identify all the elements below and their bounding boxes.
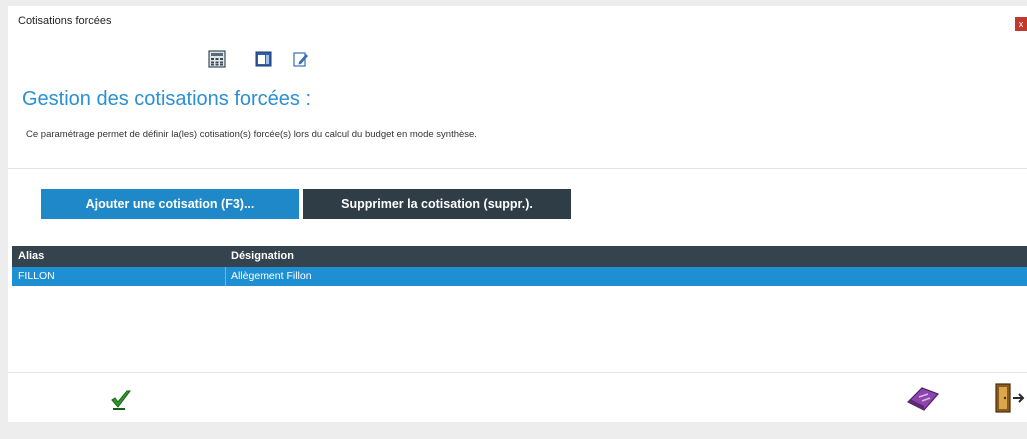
divider bbox=[8, 168, 1027, 169]
footer-divider bbox=[8, 372, 1027, 373]
titlebar: Cotisations forcées x bbox=[8, 6, 1027, 34]
cell-designation: Allègement Fillon bbox=[231, 270, 312, 282]
table-row[interactable]: FILLON Allègement Fillon bbox=[12, 267, 1027, 286]
eraser-icon[interactable] bbox=[906, 384, 940, 412]
edit-icon[interactable] bbox=[292, 50, 310, 68]
table-header: Alias Désignation bbox=[12, 246, 1027, 267]
calculator-icon[interactable] bbox=[208, 50, 226, 68]
validate-checkmark-icon[interactable] bbox=[110, 389, 132, 411]
exit-door-icon[interactable] bbox=[993, 382, 1027, 414]
description-text: Ce paramétrage permet de définir la(les)… bbox=[26, 129, 477, 140]
page-title: Gestion des cotisations forcées : bbox=[22, 88, 312, 110]
window-title: Cotisations forcées bbox=[18, 15, 112, 27]
column-header-alias[interactable]: Alias bbox=[18, 250, 44, 262]
cotisations-table: Alias Désignation FILLON Allègement Fill… bbox=[12, 246, 1027, 286]
preview-icon[interactable] bbox=[255, 50, 273, 68]
column-divider bbox=[225, 267, 226, 286]
column-header-designation[interactable]: Désignation bbox=[231, 250, 294, 262]
delete-cotisation-button[interactable]: Supprimer la cotisation (suppr.). bbox=[303, 189, 571, 219]
add-cotisation-button[interactable]: Ajouter une cotisation (F3)... bbox=[41, 189, 299, 219]
cell-alias: FILLON bbox=[18, 270, 55, 282]
close-button[interactable]: x bbox=[1015, 17, 1027, 31]
dialog-window: Cotisations forcées x Gestion des cotisa… bbox=[8, 6, 1027, 422]
